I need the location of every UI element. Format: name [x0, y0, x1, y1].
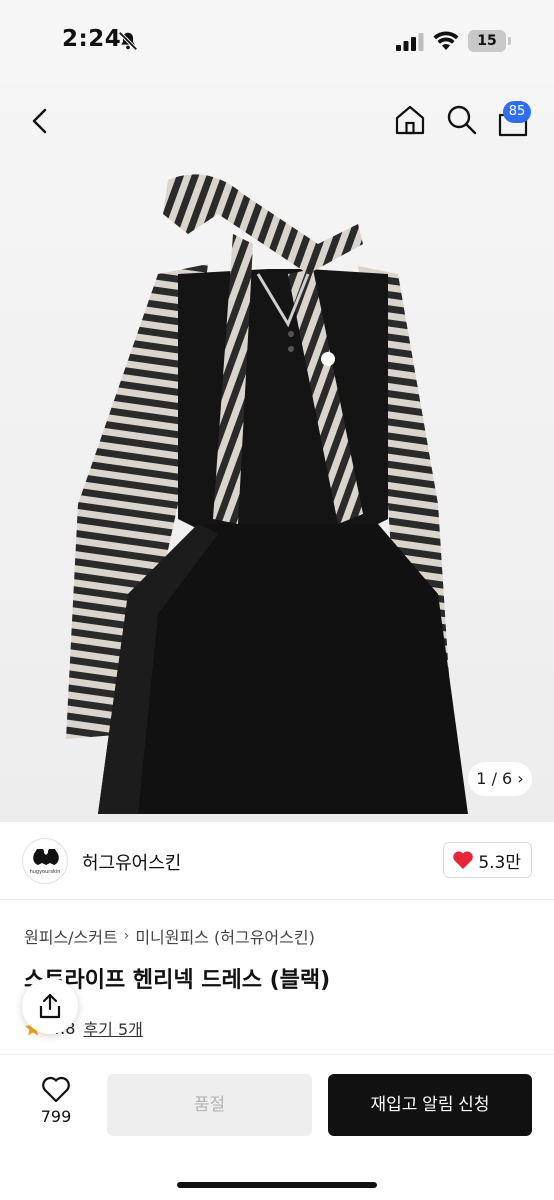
bottom-action-bar: 799 품절 재입고 알림 신청 — [0, 1054, 554, 1200]
brand-logo-icon — [33, 849, 59, 865]
wishlist-button[interactable]: 799 — [26, 1075, 86, 1126]
product-photo[interactable] — [58, 174, 498, 814]
breadcrumb: 원피스/스커트 › 미니원피스 (허그유어스킨) — [24, 924, 315, 948]
brand-logo[interactable]: hugyourskin — [22, 838, 68, 884]
battery-indicator: 15 — [468, 30, 511, 52]
brand-like-count: 5.3만 — [478, 852, 521, 873]
home-indicator[interactable] — [177, 1182, 377, 1188]
heart-filled-icon — [453, 851, 474, 869]
image-pager[interactable]: 1 / 6 › — [468, 762, 532, 796]
soldout-button: 품절 — [107, 1074, 312, 1136]
breadcrumb-separator: › — [123, 928, 130, 944]
breadcrumb-subcategory[interactable]: 미니원피스 (허그유어스킨) — [135, 924, 315, 948]
brand-like-button[interactable]: 5.3만 — [443, 842, 532, 878]
status-bar: 2:24 15 — [0, 0, 554, 84]
brand-row[interactable]: hugyourskin 허그유어스킨 5.3만 — [0, 822, 554, 900]
cart-count-badge: 85 — [503, 101, 531, 123]
search-icon[interactable] — [446, 104, 478, 136]
home-icon[interactable] — [394, 104, 426, 136]
share-button[interactable] — [22, 978, 78, 1034]
back-arrow-icon[interactable] — [26, 106, 56, 136]
cellular-signal-icon — [396, 33, 424, 51]
brand-name[interactable]: 허그유어스킨 — [82, 849, 181, 875]
restock-alert-button[interactable]: 재입고 알림 신청 — [328, 1074, 532, 1136]
brand-logo-text: hugyourskin — [29, 869, 61, 875]
breadcrumb-category[interactable]: 원피스/스커트 — [24, 924, 118, 948]
wishlist-count: 799 — [40, 1107, 72, 1126]
product-image-gallery[interactable]: 85 1 / 6 › — [0, 84, 554, 822]
status-time: 2:24 — [62, 26, 122, 52]
share-icon — [39, 993, 61, 1019]
bell-muted-icon — [118, 31, 138, 51]
review-link[interactable]: 후기 5개 — [83, 1016, 142, 1040]
wifi-icon — [433, 31, 459, 50]
heart-outline-icon — [42, 1076, 70, 1103]
